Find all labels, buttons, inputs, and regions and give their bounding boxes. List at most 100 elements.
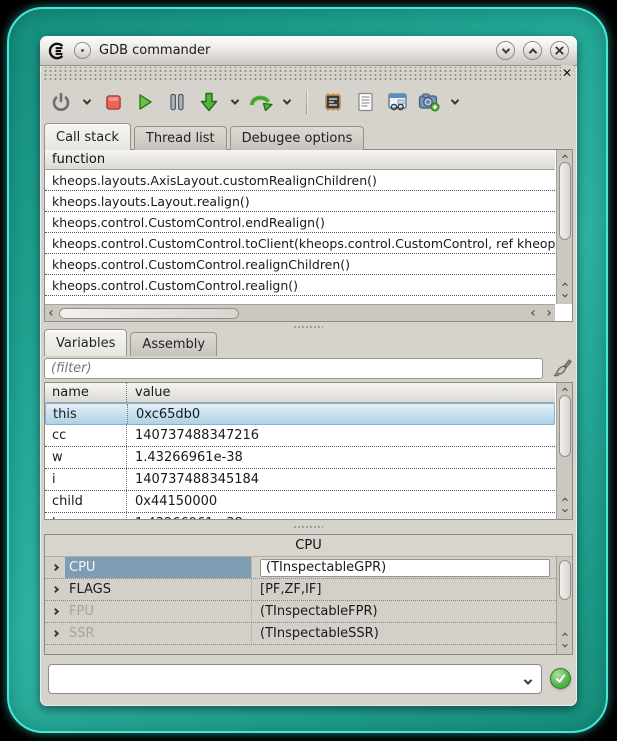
variable-value: 0x44150000 (127, 491, 217, 512)
variable-row[interactable]: h 1.43266961e-38 (45, 513, 555, 519)
step-over-button[interactable] (248, 89, 274, 115)
cpu-row-ssr[interactable]: SSR (TInspectableSSR) (45, 623, 556, 645)
chevron-down-icon (501, 45, 509, 53)
scroll-up-arrow[interactable] (558, 493, 572, 505)
register-group-name[interactable]: SSR (65, 623, 252, 644)
execute-command-button[interactable] (550, 668, 571, 689)
expand-chevron-icon[interactable] (45, 631, 65, 636)
brush-icon (551, 357, 574, 380)
locals-view-button[interactable] (352, 89, 378, 115)
scroll-down-arrow[interactable] (558, 640, 572, 652)
document-icon (357, 92, 374, 112)
callstack-panel: function kheops.layouts.AxisLayout.custo… (44, 149, 573, 322)
gdb-command-combobox[interactable] (48, 664, 542, 694)
scroll-down-arrow[interactable] (558, 290, 572, 302)
power-start-debug-button[interactable] (48, 89, 74, 115)
variable-row[interactable]: w 1.43266961e-38 (45, 447, 555, 469)
scroll-up-arrow[interactable] (558, 383, 572, 395)
restore-button[interactable] (523, 41, 542, 60)
watches-view-button[interactable] (384, 89, 410, 115)
clear-filter-button[interactable] (551, 357, 574, 384)
scrollbar-thumb[interactable] (559, 560, 571, 600)
callstack-row[interactable]: kheops.control.CustomControl.realignChil… (45, 254, 555, 275)
tab-debugee-options[interactable]: Debugee options (230, 126, 365, 150)
variable-row[interactable]: cc 140737488347216 (45, 425, 555, 447)
column-header-value[interactable]: value (127, 383, 171, 402)
scroll-up-arrow[interactable] (558, 150, 572, 162)
add-watch-button[interactable] (416, 89, 442, 115)
register-group-name[interactable]: CPU (65, 557, 252, 578)
callstack-row[interactable]: kheops.control.CustomControl.endRealign(… (45, 212, 555, 233)
titlebar[interactable]: GDB commander (40, 36, 577, 66)
add-watch-dropdown[interactable] (448, 89, 462, 115)
pause-button[interactable] (164, 89, 190, 115)
callstack-vertical-scrollbar[interactable] (556, 150, 572, 304)
variables-tabbar: Variables Assembly (44, 330, 220, 356)
callstack-row[interactable]: kheops.control.CustomControl.toClient(kh… (45, 233, 555, 254)
register-group-name[interactable]: FLAGS (65, 579, 252, 600)
cpu-row-cpu[interactable]: CPU (TInspectableGPR) (45, 557, 556, 579)
expand-chevron-icon[interactable] (45, 609, 65, 614)
dot-icon (81, 49, 84, 52)
cpu-row-fpu[interactable]: FPU (TInspectableFPR) (45, 601, 556, 623)
dock-close-button[interactable]: ✕ (561, 65, 573, 81)
expand-chevron-icon[interactable] (45, 565, 65, 570)
step-into-dropdown[interactable] (228, 89, 242, 115)
step-over-dropdown[interactable] (280, 89, 294, 115)
callstack-horizontal-scrollbar[interactable] (45, 304, 555, 321)
chevron-down-icon (83, 96, 91, 104)
chevron-down-icon (231, 96, 239, 104)
cpu-row-flags[interactable]: FLAGS [PF,ZF,IF] (45, 579, 556, 601)
stop-debug-button[interactable] (100, 89, 126, 115)
variable-row[interactable]: child 0x44150000 (45, 491, 555, 513)
callstack-column-header[interactable]: function (45, 150, 555, 170)
scroll-left-arrow[interactable] (45, 307, 59, 319)
scrollbar-thumb[interactable] (559, 162, 571, 240)
shade-button[interactable] (496, 41, 515, 60)
callstack-row[interactable]: kheops.layouts.Layout.realign() (45, 191, 555, 212)
scroll-down-arrow[interactable] (558, 505, 572, 517)
scrollbar-thumb[interactable] (59, 308, 239, 319)
variable-row[interactable]: i 140737488345184 (45, 469, 555, 491)
variables-vertical-scrollbar[interactable] (556, 383, 572, 519)
dock-handle-strip[interactable]: ✕ (42, 67, 575, 81)
variable-row-selected[interactable]: this 0xc65db0 (45, 403, 555, 425)
power-icon (51, 92, 71, 112)
variable-value: 0xc65db0 (128, 404, 200, 424)
register-group-value: [PF,ZF,IF] (252, 579, 556, 600)
splitter-handle[interactable] (293, 525, 323, 529)
scroll-right-arrow[interactable] (541, 307, 555, 319)
close-button[interactable] (550, 41, 569, 60)
callstack-tabbar: Call stack Thread list Debugee options (44, 123, 367, 150)
register-value-editor[interactable]: (TInspectableGPR) (260, 559, 550, 577)
tab-variables[interactable]: Variables (44, 329, 127, 356)
callstack-row[interactable]: kheops.control.CustomControl.realign() (45, 275, 555, 296)
step-into-button[interactable] (196, 89, 222, 115)
float-dock-button[interactable] (74, 42, 91, 59)
variable-name: w (45, 447, 127, 468)
cpu-panel-title: CPU (45, 535, 572, 557)
column-header-name[interactable]: name (45, 383, 127, 402)
tab-call-stack[interactable]: Call stack (44, 123, 131, 150)
variables-header-row[interactable]: name value (45, 383, 555, 403)
variables-filter-input[interactable] (44, 358, 543, 379)
callstack-row[interactable]: kheops.layouts.AxisLayout.customRealignC… (45, 170, 555, 191)
scrollbar-thumb[interactable] (559, 395, 571, 457)
expand-chevron-icon[interactable] (45, 587, 65, 592)
continue-run-button[interactable] (132, 89, 158, 115)
variable-value: 140737488347216 (127, 425, 259, 446)
scroll-left-arrow[interactable] (527, 307, 541, 319)
register-group-name[interactable]: FPU (65, 601, 252, 622)
close-icon (555, 46, 564, 55)
tab-thread-list[interactable]: Thread list (134, 126, 227, 150)
cpu-vertical-scrollbar[interactable] (556, 557, 572, 654)
tab-assembly[interactable]: Assembly (130, 332, 217, 356)
variable-name: child (45, 491, 127, 512)
memory-view-button[interactable] (320, 89, 346, 115)
splitter-handle[interactable] (293, 325, 323, 329)
scroll-up-arrow[interactable] (558, 278, 572, 290)
power-menu-dropdown[interactable] (80, 89, 94, 115)
variable-name: cc (45, 425, 127, 446)
scroll-up-arrow[interactable] (558, 628, 572, 640)
step-into-icon (198, 91, 220, 113)
